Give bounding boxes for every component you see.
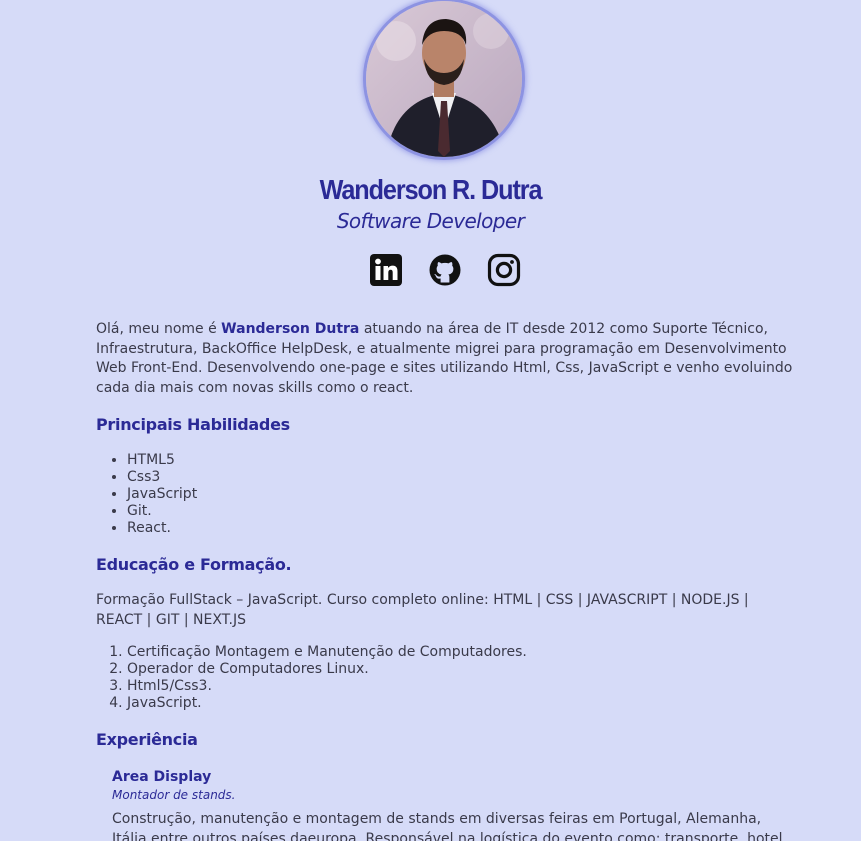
- experience-company: Area Display: [112, 769, 212, 785]
- social-links: [369, 253, 521, 287]
- experience-item: Area Display Montador de stands. Constru…: [112, 769, 802, 841]
- education-summary: Formação FullStack – JavaScript. Curso c…: [96, 592, 749, 628]
- about-section: Olá, meu nome é Wanderson Dutra atuando …: [96, 320, 796, 398]
- experience-description: Construção, manutenção e montagem de sta…: [112, 811, 783, 841]
- list-item: Css3: [127, 469, 197, 486]
- list-item: JavaScript.: [127, 695, 527, 712]
- about-name-highlight: Wanderson Dutra: [221, 321, 360, 337]
- github-icon[interactable]: [428, 253, 462, 287]
- profile-name: Wanderson R. Dutra: [319, 174, 543, 205]
- list-item: JavaScript: [127, 486, 197, 503]
- list-item: Git.: [127, 503, 197, 520]
- experience-title: Experiência: [96, 730, 198, 749]
- education-list: Certificação Montagem e Manutenção de Co…: [96, 644, 527, 712]
- linkedin-icon[interactable]: [369, 253, 403, 287]
- instagram-icon[interactable]: [487, 253, 521, 287]
- portfolio-page: Wanderson R. Dutra Software Developer Ol…: [0, 0, 861, 841]
- about-paragraph: Olá, meu nome é Wanderson Dutra atuando …: [96, 320, 796, 398]
- list-item: Html5/Css3.: [127, 678, 527, 695]
- avatar: [363, 0, 525, 160]
- list-item: HTML5: [127, 452, 197, 469]
- list-item: Operador de Computadores Linux.: [127, 661, 527, 678]
- skills-title: Principais Habilidades: [96, 415, 290, 434]
- education-title: Educação e Formação.: [96, 555, 292, 574]
- about-intro: Olá, meu nome é: [96, 321, 222, 337]
- list-item: Certificação Montagem e Manutenção de Co…: [127, 644, 527, 661]
- profile-photo: [366, 1, 522, 157]
- experience-role: Montador de stands.: [112, 788, 236, 802]
- profile-title: Software Developer: [336, 209, 525, 233]
- skills-list: HTML5 Css3 JavaScript Git. React.: [96, 452, 197, 537]
- list-item: React.: [127, 520, 197, 537]
